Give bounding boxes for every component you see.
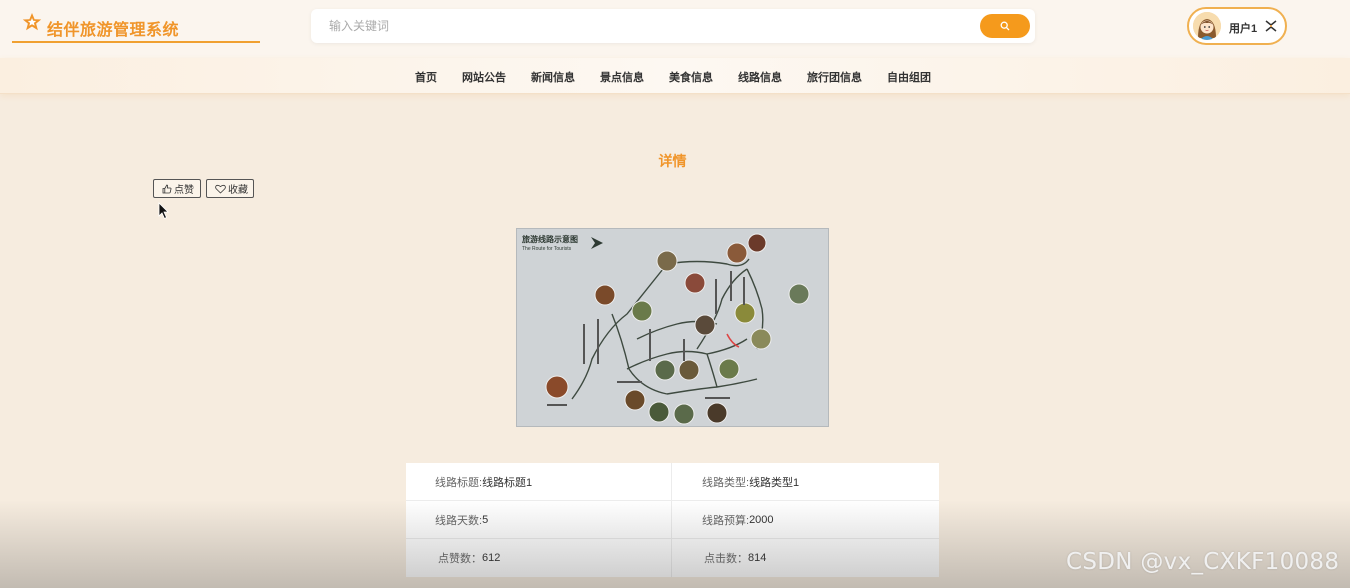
clicks-cell: 点击数： 814 (673, 539, 939, 577)
route-days-label: 线路天数: (435, 515, 483, 527)
avatar-image (1193, 12, 1221, 40)
avatar[interactable] (1193, 12, 1221, 40)
nav-free-groups[interactable]: 自由组团 (887, 69, 931, 85)
user-menu[interactable]: 用户1 (1187, 7, 1287, 45)
table-row: 点赞数： 612 点击数： 814 (406, 539, 939, 577)
mouse-cursor-icon (158, 202, 169, 220)
favorite-button[interactable]: 收藏 (206, 179, 254, 198)
username: 用户1 (1229, 23, 1258, 35)
nav-tour-groups[interactable]: 旅行团信息 (807, 69, 862, 85)
nav-announcements[interactable]: 网站公告 (462, 69, 506, 85)
star-icon (22, 13, 42, 31)
route-title-label: 线路标题: (435, 477, 483, 489)
watermark: CSDN @vx_CXKF10088 (1066, 549, 1340, 575)
likes-cell: 点赞数： 612 (406, 539, 672, 577)
route-budget-cell: 线路预算: 2000 (673, 501, 939, 539)
favorite-label: 收藏 (228, 185, 248, 196)
route-type-label: 线路类型: (702, 477, 750, 489)
nav-routes[interactable]: 线路信息 (738, 69, 782, 85)
map-subtitle: The Route for Tourists (522, 246, 572, 252)
search-input[interactable] (311, 9, 971, 43)
clicks-value: 814 (748, 552, 767, 564)
map-title: 旅游线路示意图 (522, 235, 578, 244)
route-days-cell: 线路天数: 5 (406, 501, 672, 539)
table-row: 线路标题: 线路标题1 线路类型: 线路类型1 (406, 463, 939, 501)
logo[interactable]: 结伴旅游管理系统 (12, 10, 260, 43)
thumbs-up-icon (162, 184, 172, 193)
search-button[interactable] (980, 14, 1030, 38)
route-budget-label: 线路预算: (702, 515, 750, 527)
like-label: 点赞 (174, 185, 194, 196)
table-row: 线路天数: 5 线路预算: 2000 (406, 501, 939, 539)
route-budget-value: 2000 (749, 514, 774, 526)
route-info-table: 线路标题: 线路标题1 线路类型: 线路类型1 线路天数: 5 线路预算: 20… (406, 463, 939, 577)
route-title-cell: 线路标题: 线路标题1 (406, 463, 672, 501)
nav-food[interactable]: 美食信息 (669, 69, 713, 85)
app-title: 结伴旅游管理系统 (47, 22, 180, 39)
likes-value: 612 (482, 552, 501, 564)
main-nav: 首页 网站公告 新闻信息 景点信息 美食信息 线路信息 旅行团信息 自由组团 (0, 58, 1350, 94)
header: 结伴旅游管理系统 用户1 (0, 0, 1350, 58)
page-title: 详情 (658, 153, 687, 169)
nav-attractions[interactable]: 景点信息 (600, 69, 644, 85)
route-days-value: 5 (482, 514, 489, 526)
clicks-label: 点击数： (704, 553, 748, 565)
route-type-cell: 线路类型: 线路类型1 (673, 463, 939, 501)
like-button[interactable]: 点赞 (153, 179, 201, 198)
nav-news[interactable]: 新闻信息 (531, 69, 575, 85)
route-title-value: 线路标题1 (482, 477, 533, 489)
route-map-illustration (517, 229, 828, 426)
nav-home[interactable]: 首页 (415, 69, 437, 85)
likes-label: 点赞数： (438, 553, 482, 565)
search-bar (311, 9, 1035, 43)
search-icon (1000, 21, 1010, 31)
route-type-value: 线路类型1 (749, 477, 800, 489)
heart-icon (215, 184, 226, 194)
route-map-image: 旅游线路示意图 The Route for Tourists (516, 228, 829, 427)
collapse-icon[interactable] (1264, 19, 1278, 33)
